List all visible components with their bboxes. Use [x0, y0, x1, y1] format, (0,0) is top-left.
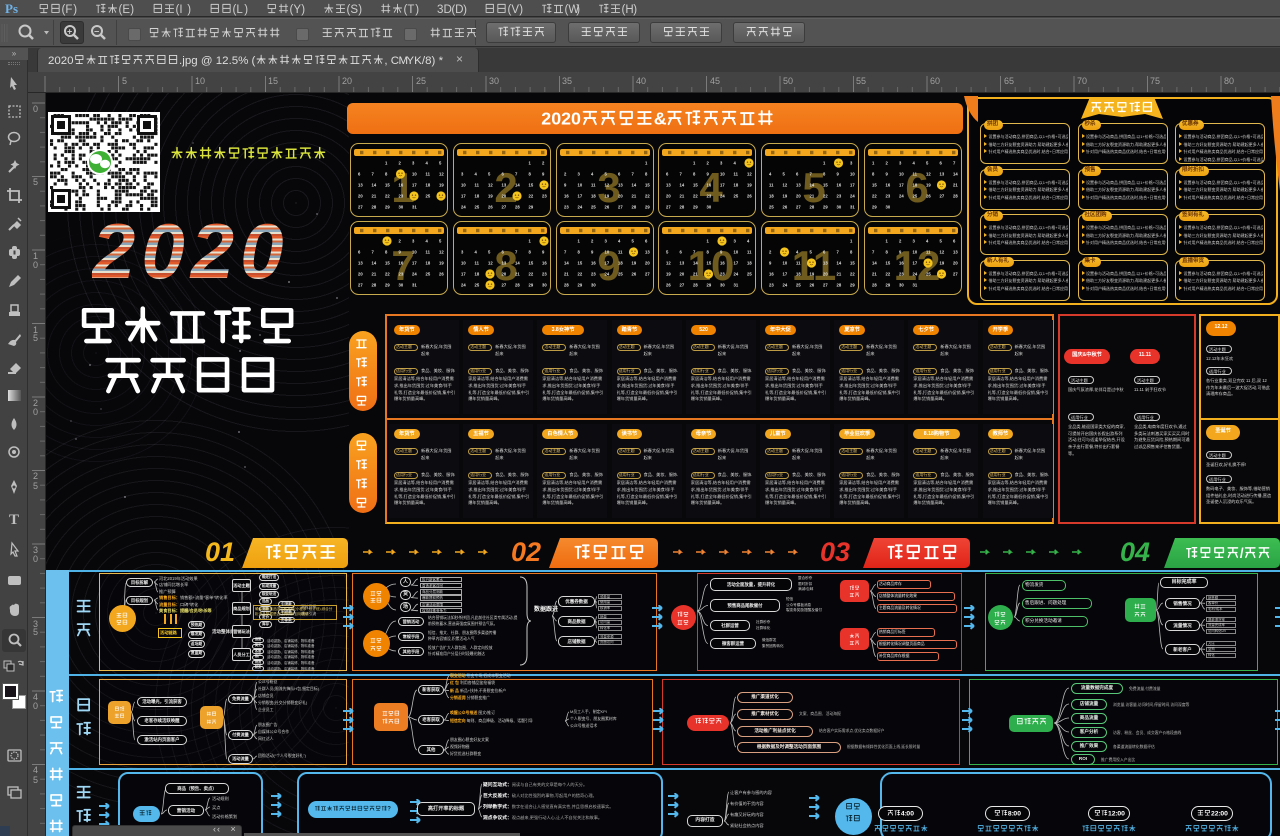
svg-text:0: 0: [1224, 810, 1228, 817]
svg-text:,: ,: [384, 55, 387, 67]
svg-text:V: V: [511, 4, 519, 16]
svg-text:2: 2: [541, 109, 551, 129]
svg-text:): ): [301, 4, 305, 16]
svg-text:5: 5: [122, 76, 127, 86]
svg-text:75: 75: [1150, 76, 1160, 86]
svg-text:2: 2: [33, 471, 38, 481]
svg-text:): ): [244, 4, 248, 16]
svg-text:0: 0: [33, 260, 38, 270]
svg-text:E: E: [122, 4, 130, 16]
svg-text:0: 0: [33, 407, 38, 417]
svg-text:5: 5: [33, 775, 38, 785]
svg-text:0: 0: [551, 109, 561, 129]
svg-text:0: 0: [571, 109, 581, 129]
svg-text:): ): [432, 55, 436, 67]
svg-text:T: T: [9, 512, 19, 527]
svg-text:55: 55: [856, 76, 866, 86]
svg-text:?: ?: [387, 807, 391, 812]
svg-text:0: 0: [33, 104, 38, 114]
svg-text:): ): [463, 3, 467, 16]
svg-text:2: 2: [561, 109, 571, 129]
svg-text:70: 70: [1077, 76, 1087, 86]
svg-text:): ): [519, 4, 523, 16]
svg-text:T: T: [407, 4, 414, 16]
svg-text:0: 0: [1121, 810, 1125, 817]
svg-text:g: g: [191, 55, 197, 67]
svg-text:5: 5: [33, 481, 38, 491]
svg-text:F: F: [65, 4, 72, 16]
svg-text:0: 0: [33, 701, 38, 711]
svg-text:): ): [73, 4, 77, 16]
svg-text:/: /: [1240, 546, 1244, 561]
svg-text:I: I: [179, 4, 182, 16]
svg-text:10: 10: [195, 76, 205, 86]
svg-text:): ): [415, 4, 419, 16]
svg-text:): ): [130, 4, 134, 16]
svg-text:%: %: [238, 55, 248, 67]
svg-text:30: 30: [489, 76, 499, 86]
svg-text:+: +: [67, 27, 72, 37]
svg-text:0: 0: [33, 554, 38, 564]
svg-text:15: 15: [268, 76, 278, 86]
svg-text:5: 5: [33, 627, 38, 637]
svg-text:S: S: [350, 4, 358, 16]
svg-text:40: 40: [636, 76, 646, 86]
svg-text:5: 5: [33, 177, 38, 187]
svg-text:80: 80: [1224, 76, 1234, 86]
svg-text:): ): [633, 4, 637, 16]
svg-text:(: (: [252, 55, 256, 67]
svg-text:Y: Y: [293, 4, 301, 16]
svg-text:): ): [576, 4, 580, 16]
svg-text:0: 0: [67, 55, 73, 67]
svg-text:25: 25: [416, 76, 426, 86]
svg-text:50: 50: [783, 76, 793, 86]
svg-text:): ): [358, 4, 362, 16]
svg-text:4: 4: [33, 765, 38, 775]
svg-text:45: 45: [710, 76, 720, 86]
svg-text:35: 35: [562, 76, 572, 86]
svg-text:0: 0: [1017, 810, 1021, 817]
svg-text:*: *: [439, 55, 443, 67]
svg-text:@: @: [201, 55, 213, 67]
svg-text:L: L: [236, 4, 243, 16]
svg-text:Y: Y: [406, 55, 414, 67]
svg-text:5: 5: [33, 333, 38, 343]
svg-text:): ): [187, 4, 191, 16]
svg-text:−: −: [94, 27, 99, 37]
svg-text:65: 65: [1004, 76, 1014, 86]
svg-text:&: &: [654, 109, 667, 129]
svg-text:60: 60: [930, 76, 940, 86]
svg-text:20: 20: [342, 76, 352, 86]
svg-text:0: 0: [910, 810, 914, 817]
